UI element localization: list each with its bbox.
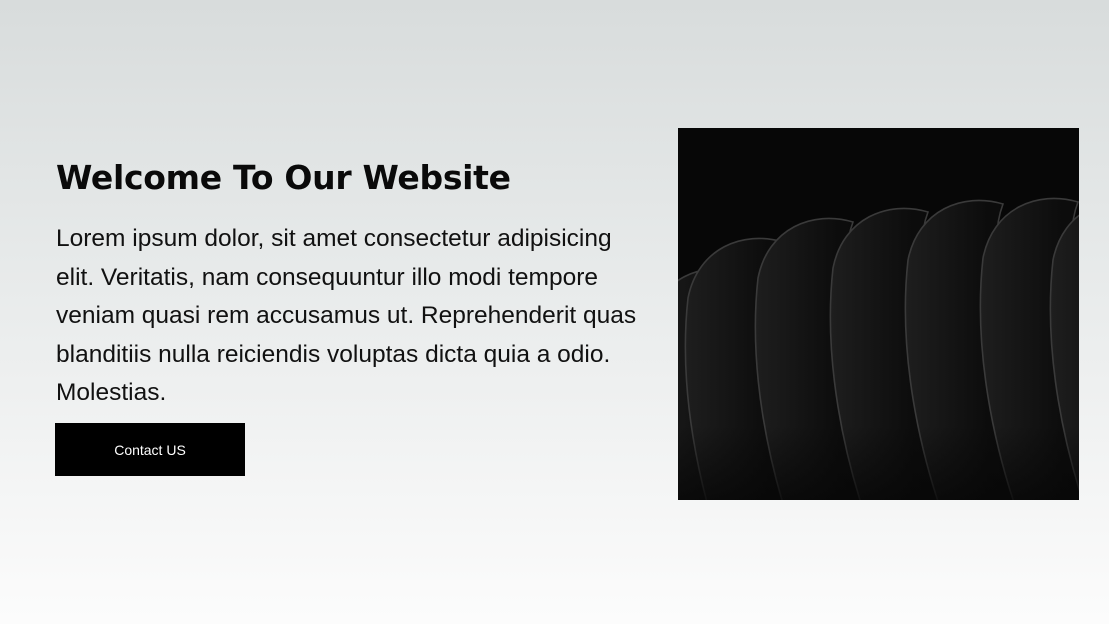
abstract-wave-image <box>678 128 1079 500</box>
contact-us-button[interactable]: Contact US <box>55 423 245 476</box>
hero-section: Welcome To Our Website Lorem ipsum dolor… <box>0 0 1109 624</box>
hero-description: Lorem ipsum dolor, sit amet consectetur … <box>56 225 637 406</box>
hero-title: Welcome To Our Website <box>56 158 511 197</box>
hero-text-block: Welcome To Our Website Lorem ipsum dolor… <box>56 156 646 413</box>
hero-image <box>678 128 1079 500</box>
